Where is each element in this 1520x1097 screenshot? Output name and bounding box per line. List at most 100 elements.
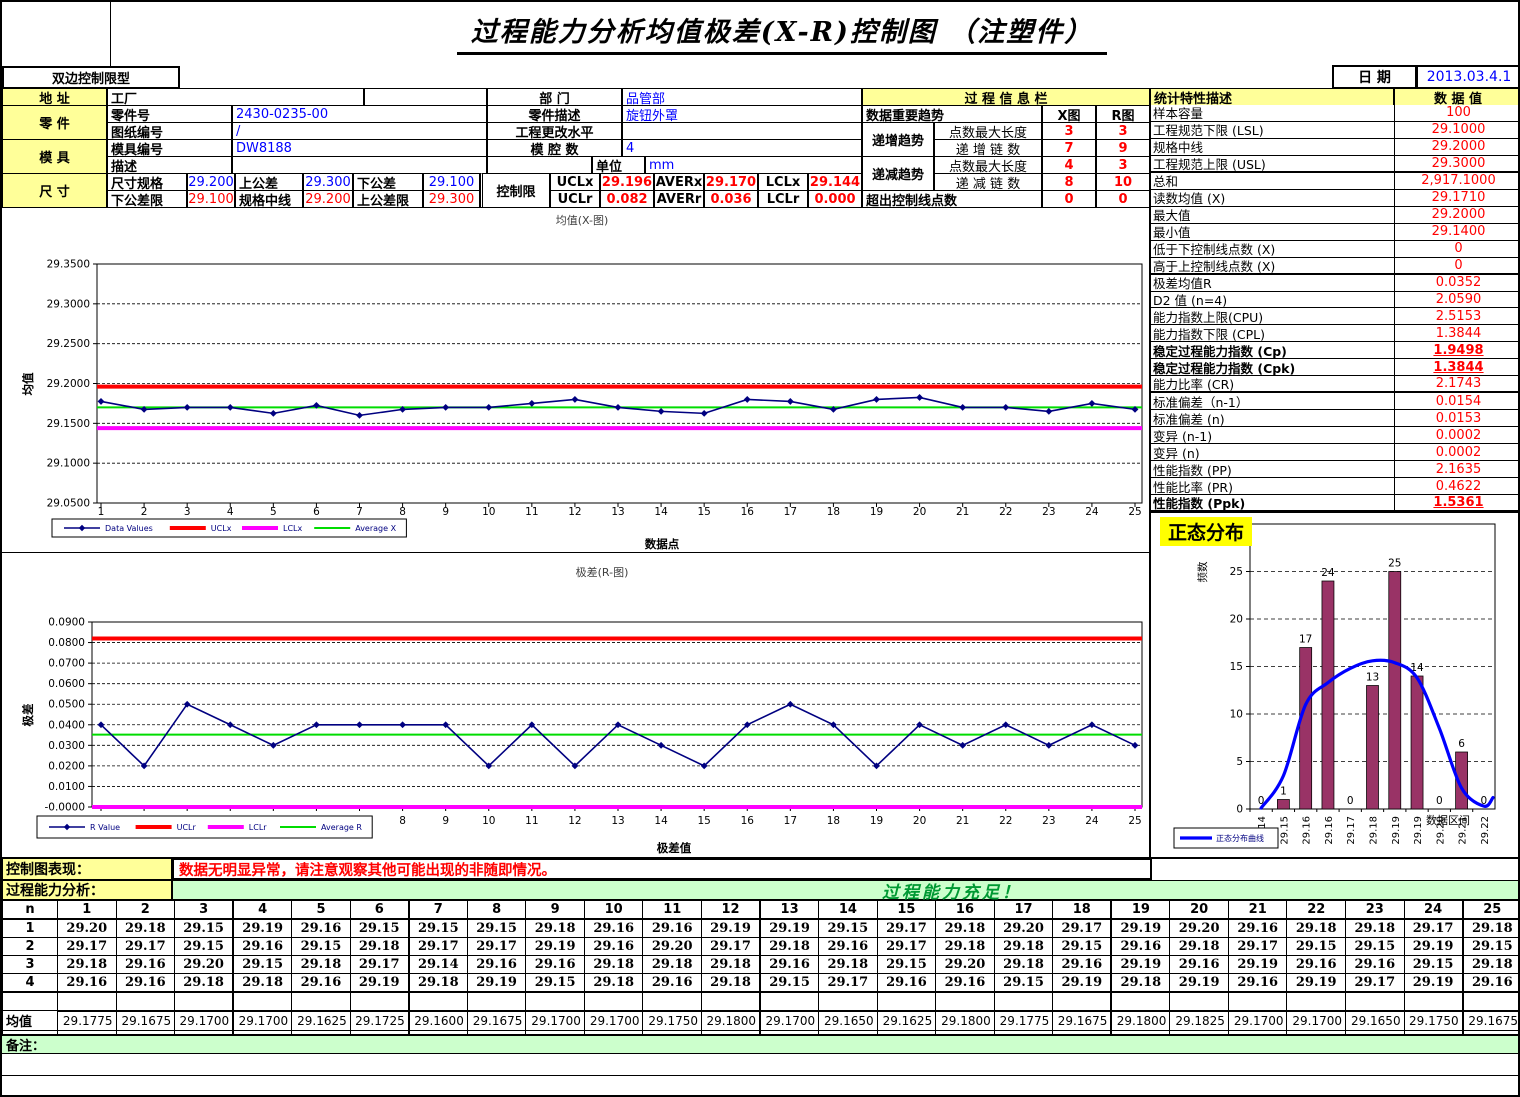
table-cell[interactable]: 29.16: [584, 919, 643, 938]
table-cell[interactable]: 29.17: [467, 938, 526, 956]
stat-value[interactable]: 0.0352: [1394, 275, 1520, 291]
table-cell[interactable]: 29.15: [994, 974, 1053, 993]
table-cell[interactable]: 29.16: [1111, 938, 1170, 956]
table-cell[interactable]: 29.17: [350, 956, 409, 974]
stat-value[interactable]: 0.4622: [1394, 478, 1520, 494]
usl-value[interactable]: 29.300: [423, 190, 480, 208]
table-cell[interactable]: 29.20: [994, 919, 1053, 938]
table-cell[interactable]: 29.17: [702, 938, 761, 956]
table-cell[interactable]: 29.18: [994, 938, 1053, 956]
table-cell[interactable]: 29.1825: [1170, 1011, 1229, 1031]
stat-value[interactable]: 0: [1394, 258, 1520, 273]
table-cell[interactable]: 29.19: [1228, 956, 1287, 974]
table-cell[interactable]: 29.1700: [1228, 1011, 1287, 1031]
size-spec-value[interactable]: 29.200: [187, 173, 235, 191]
stat-value[interactable]: 29.2000: [1394, 207, 1520, 223]
table-cell[interactable]: 29.17: [116, 938, 175, 956]
table-cell[interactable]: [116, 992, 175, 1011]
table-cell[interactable]: 29.15: [1287, 938, 1346, 956]
table-cell[interactable]: [760, 992, 819, 1011]
table-cell[interactable]: [994, 992, 1053, 1011]
table-cell[interactable]: 29.1675: [1463, 1011, 1520, 1031]
table-cell[interactable]: 29.1625: [292, 1011, 351, 1031]
table-cell[interactable]: 29.1800: [936, 1011, 995, 1031]
stat-value[interactable]: 0.0002: [1394, 444, 1520, 460]
stat-value[interactable]: 29.2000: [1394, 139, 1520, 155]
table-cell[interactable]: 29.1800: [702, 1011, 761, 1031]
table-cell[interactable]: 29.1800: [1111, 1011, 1170, 1031]
empty-row-2[interactable]: [2, 1076, 1520, 1097]
table-cell[interactable]: 29.19: [1404, 938, 1463, 956]
unit-value[interactable]: mm: [645, 156, 862, 174]
table-cell[interactable]: [1346, 992, 1405, 1011]
stat-value[interactable]: 1.5361: [1394, 495, 1520, 510]
table-cell[interactable]: 29.20: [58, 919, 117, 938]
table-cell[interactable]: 29.18: [1287, 919, 1346, 938]
spec-mid-value[interactable]: 29.200: [303, 190, 353, 208]
table-cell[interactable]: [702, 992, 761, 1011]
table-cell[interactable]: 29.19: [702, 919, 761, 938]
table-cell[interactable]: 29.17: [409, 938, 468, 956]
table-cell[interactable]: 29.18: [526, 919, 585, 938]
table-cell[interactable]: [1170, 992, 1229, 1011]
table-cell[interactable]: 29.16: [1463, 974, 1520, 993]
table-cell[interactable]: 29.16: [467, 956, 526, 974]
table-cell[interactable]: [1463, 992, 1520, 1011]
table-cell[interactable]: [350, 992, 409, 1011]
table-cell[interactable]: 29.16: [1170, 956, 1229, 974]
table-cell[interactable]: 29.1650: [819, 1011, 878, 1031]
table-cell[interactable]: 29.15: [526, 974, 585, 993]
table-cell[interactable]: 29.14: [409, 956, 468, 974]
table-cell[interactable]: [175, 992, 234, 1011]
table-cell[interactable]: 29.16: [1346, 956, 1405, 974]
table-cell[interactable]: [877, 992, 936, 1011]
table-cell[interactable]: 29.19: [1404, 974, 1463, 993]
lsl-value[interactable]: 29.100: [187, 190, 235, 208]
table-cell[interactable]: 29.19: [467, 974, 526, 993]
table-cell[interactable]: 29.1750: [643, 1011, 702, 1031]
table-cell[interactable]: 29.18: [702, 974, 761, 993]
stat-value[interactable]: 1.3844: [1394, 359, 1520, 375]
table-cell[interactable]: 29.16: [643, 919, 702, 938]
table-cell[interactable]: 29.16: [1287, 956, 1346, 974]
table-cell[interactable]: 29.20: [1170, 919, 1229, 938]
table-cell[interactable]: 29.18: [936, 938, 995, 956]
stat-value[interactable]: 0.0002: [1394, 427, 1520, 443]
table-cell[interactable]: 29.16: [936, 974, 995, 993]
table-cell[interactable]: [936, 992, 995, 1011]
factory-value[interactable]: [364, 88, 487, 106]
table-cell[interactable]: 29.16: [760, 956, 819, 974]
empty-row-1[interactable]: [2, 1054, 1520, 1076]
dept-value[interactable]: 品管部: [622, 88, 862, 106]
table-cell[interactable]: 29.1750: [1404, 1011, 1463, 1031]
table-cell[interactable]: 29.18: [1111, 974, 1170, 993]
table-cell[interactable]: 29.19: [1111, 919, 1170, 938]
table-cell[interactable]: 29.18: [1346, 919, 1405, 938]
table-cell[interactable]: [467, 992, 526, 1011]
table-cell[interactable]: 29.1675: [116, 1011, 175, 1031]
stat-value[interactable]: 29.3000: [1394, 156, 1520, 171]
table-cell[interactable]: 29.18: [58, 956, 117, 974]
table-cell[interactable]: 29.15: [175, 919, 234, 938]
table-cell[interactable]: 29.16: [1228, 919, 1287, 938]
table-cell[interactable]: 29.1600: [409, 1011, 468, 1031]
table-cell[interactable]: 29.15: [819, 919, 878, 938]
table-cell[interactable]: 29.16: [292, 974, 351, 993]
table-cell[interactable]: 29.17: [1053, 919, 1112, 938]
table-cell[interactable]: 29.20: [936, 956, 995, 974]
part-no-value[interactable]: 2430-0235-00: [232, 105, 487, 123]
table-cell[interactable]: 29.18: [233, 974, 292, 993]
table-cell[interactable]: 29.15: [292, 938, 351, 956]
table-cell[interactable]: 29.1650: [1346, 1011, 1405, 1031]
table-cell[interactable]: 29.18: [584, 974, 643, 993]
table-cell[interactable]: 29.18: [409, 974, 468, 993]
cavity-value[interactable]: 4: [622, 139, 862, 157]
table-cell[interactable]: 29.1700: [175, 1011, 234, 1031]
table-cell[interactable]: 29.17: [877, 938, 936, 956]
table-cell[interactable]: 29.19: [233, 919, 292, 938]
stat-value[interactable]: 1.9498: [1394, 342, 1520, 358]
table-cell[interactable]: 29.1675: [467, 1011, 526, 1031]
table-cell[interactable]: [1228, 992, 1287, 1011]
table-cell[interactable]: 29.19: [1287, 974, 1346, 993]
table-cell[interactable]: 29.18: [936, 919, 995, 938]
